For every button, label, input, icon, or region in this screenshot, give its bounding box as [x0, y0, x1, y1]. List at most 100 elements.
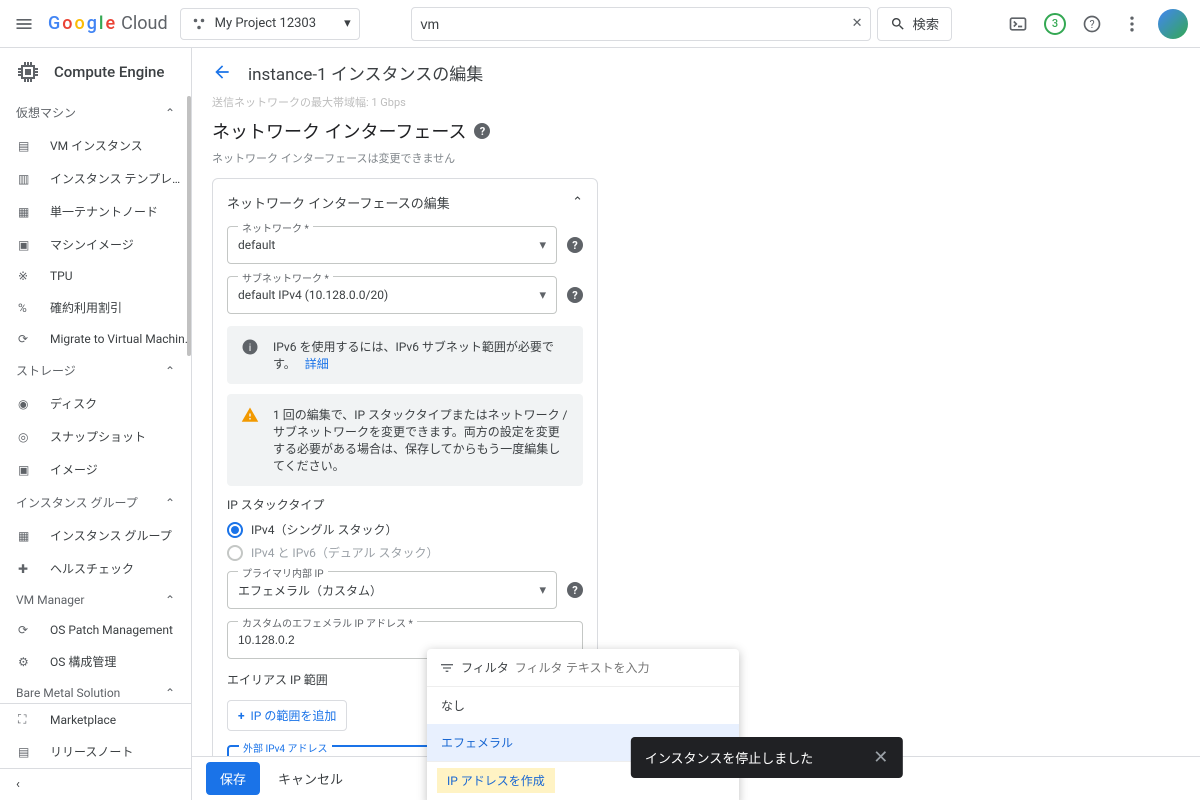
edit-warning-box: 1 回の編集で、IP スタックタイプまたはネットワーク / サブネットワークを変…	[227, 394, 583, 486]
clear-search-icon[interactable]: ✕	[852, 16, 863, 31]
nav-instance-templates[interactable]: ▥インスタンス テンプレ…	[0, 162, 191, 195]
nav-commitments[interactable]: %確約利用割引	[0, 291, 191, 324]
dropdown-arrow-icon: ▾	[539, 238, 546, 253]
filter-input[interactable]	[515, 661, 727, 675]
nav-os-patch[interactable]: ⟳OS Patch Management	[0, 615, 191, 645]
add-ip-range-button[interactable]: + IP の範囲を追加	[227, 700, 347, 731]
nav-snapshots[interactable]: ◎スナップショット	[0, 420, 191, 453]
primary-internal-ip-select[interactable]: プライマリ内部 IP エフェメラル（カスタム） ▾	[227, 571, 557, 609]
compute-engine-icon	[16, 60, 40, 84]
edit-warning-text: 1 回の編集で、IP スタックタイプまたはネットワーク / サブネットワークを変…	[273, 406, 569, 474]
project-selector[interactable]: My Project 12303 ▾	[180, 8, 360, 40]
search-box[interactable]: ✕	[411, 7, 871, 41]
radio-ipv4-ipv6-dual: IPv4 と IPv6（デュアル スタック）	[227, 544, 583, 561]
search-input[interactable]	[420, 16, 851, 32]
toast-close-icon[interactable]: ✕	[873, 747, 888, 768]
nav-os-config[interactable]: ⚙OS 構成管理	[0, 645, 191, 678]
google-cloud-logo[interactable]: Google Cloud	[48, 13, 168, 34]
nav-tpu[interactable]: ※TPU	[0, 261, 191, 291]
custom-ip-value[interactable]	[238, 633, 572, 647]
groups-icon: ▦	[18, 529, 36, 543]
nav-group-bare-metal[interactable]: Bare Metal Solution⌃	[0, 678, 191, 703]
network-select[interactable]: ネットワーク * default ▾	[227, 226, 557, 264]
help-icon[interactable]: ?	[567, 287, 583, 303]
nav-migrate[interactable]: ⟳Migrate to Virtual Machin…	[0, 324, 191, 354]
save-button[interactable]: 保存	[206, 762, 260, 795]
collapse-panel-icon[interactable]: ⌃	[572, 195, 583, 210]
primary-ip-value: エフェメラル（カスタム）	[238, 582, 539, 599]
notes-icon: ▤	[18, 745, 36, 759]
help-icon[interactable]: ?	[567, 237, 583, 253]
sidebar-product-label: Compute Engine	[54, 63, 164, 81]
nav-group-vm-manager[interactable]: VM Manager⌃	[0, 585, 191, 615]
nav-images[interactable]: ▣イメージ	[0, 453, 191, 486]
dropdown-option-none[interactable]: なし	[427, 687, 739, 724]
nav-sole-tenant[interactable]: ▦単一テナントノード	[0, 195, 191, 228]
cloud-shell-icon[interactable]	[1004, 10, 1032, 38]
more-menu-icon[interactable]	[1118, 10, 1146, 38]
nav-health-checks[interactable]: ✚ヘルスチェック	[0, 552, 191, 585]
dropdown-filter-row[interactable]: フィルタ	[427, 649, 739, 687]
sidebar: Compute Engine 仮想マシン⌃ ▤VM インスタンス ▥インスタンス…	[0, 48, 192, 800]
chevron-up-icon: ⌃	[165, 106, 175, 120]
ipv6-info-link[interactable]: 詳細	[305, 357, 329, 371]
main-content: instance-1 インスタンスの編集 送信ネットワークの最大帯域幅: 1 G…	[192, 48, 1200, 800]
nav-vm-instances[interactable]: ▤VM インスタンス	[0, 129, 191, 162]
nav-group-vm[interactable]: 仮想マシン⌃	[0, 96, 191, 129]
section-title: ネットワーク インターフェース	[212, 118, 466, 144]
top-actions: 3 ?	[1004, 9, 1188, 39]
image2-icon: ▣	[18, 463, 36, 477]
help-icon[interactable]: ?	[474, 123, 490, 139]
network-value: default	[238, 238, 539, 252]
page-header: instance-1 インスタンスの編集	[192, 48, 1200, 96]
toast-notification: インスタンスを停止しました ✕	[631, 737, 903, 778]
cancel-button[interactable]: キャンセル	[278, 769, 343, 788]
subnet-value: default IPv4 (10.128.0.0/20)	[238, 288, 539, 302]
radio-ipv4-single[interactable]: IPv4（シングル スタック）	[227, 521, 583, 538]
marketplace-icon: ⛶	[18, 712, 36, 727]
cloud-label: Cloud	[121, 13, 167, 34]
disk-icon: ◉	[18, 397, 36, 411]
help-icon[interactable]: ?	[567, 582, 583, 598]
patch-icon: ⟳	[18, 623, 36, 637]
dropdown-arrow-icon: ▾	[344, 16, 351, 31]
nav-machine-images[interactable]: ▣マシンイメージ	[0, 228, 191, 261]
primary-ip-label: プライマリ内部 IP	[238, 565, 328, 580]
bandwidth-note: 送信ネットワークの最大帯域幅: 1 Gbps	[212, 96, 1180, 110]
back-button[interactable]	[212, 62, 232, 82]
chevron-up-icon: ⌃	[165, 364, 175, 378]
subnet-select[interactable]: サブネットワーク * default IPv4 (10.128.0.0/20) …	[227, 276, 557, 314]
chevron-left-icon: ‹	[16, 777, 20, 792]
nav-release-notes[interactable]: ▤リリースノート	[0, 735, 191, 768]
custom-ip-label: カスタムのエフェメラル IP アドレス *	[238, 615, 417, 630]
svg-text:?: ?	[1089, 18, 1094, 31]
network-label: ネットワーク *	[238, 220, 313, 235]
nav-instance-groups[interactable]: ▦インスタンス グループ	[0, 519, 191, 552]
health-icon: ✚	[18, 562, 36, 576]
hamburger-menu-icon[interactable]	[12, 12, 36, 36]
help-icon[interactable]: ?	[1078, 10, 1106, 38]
nav-group-instance-groups[interactable]: インスタンス グループ⌃	[0, 486, 191, 519]
nav-disks[interactable]: ◉ディスク	[0, 387, 191, 420]
search-button[interactable]: 検索	[877, 7, 952, 41]
template-icon: ▥	[18, 172, 36, 186]
ipv6-info-box: i IPv6 を使用するには、IPv6 サブネット範囲が必要です。 詳細	[227, 326, 583, 384]
chevron-up-icon: ⌃	[165, 686, 175, 700]
panel-title: ネットワーク インターフェースの編集	[227, 193, 450, 212]
nav-group-storage[interactable]: ストレージ⌃	[0, 354, 191, 387]
nav-marketplace[interactable]: ⛶Marketplace	[0, 704, 191, 735]
user-avatar[interactable]	[1158, 9, 1188, 39]
warning-icon	[241, 406, 259, 474]
section-note: ネットワーク インターフェースは変更できません	[212, 150, 1180, 166]
migrate-icon: ⟳	[18, 332, 36, 346]
dropdown-arrow-icon: ▾	[539, 288, 546, 303]
sidebar-product-header[interactable]: Compute Engine	[0, 48, 191, 96]
image-icon: ▣	[18, 238, 36, 252]
filter-icon	[439, 660, 455, 676]
arrow-left-icon	[212, 62, 232, 82]
sidebar-collapse[interactable]: ‹	[0, 768, 191, 800]
radio-icon	[227, 545, 243, 561]
discount-icon: %	[18, 301, 36, 315]
dropdown-option-create-ip[interactable]: IP アドレスを作成	[437, 768, 555, 793]
notifications-badge[interactable]: 3	[1044, 13, 1066, 35]
